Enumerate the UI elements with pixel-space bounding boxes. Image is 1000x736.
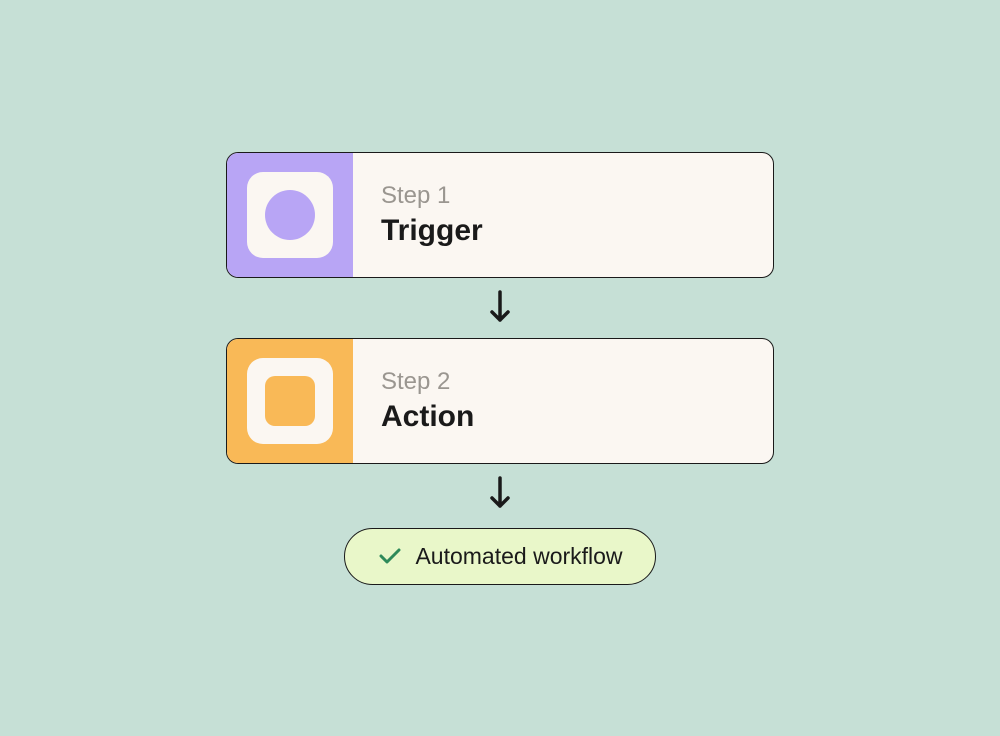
icon-container xyxy=(247,358,333,444)
square-icon xyxy=(265,376,315,426)
arrow-connector xyxy=(486,278,514,338)
arrow-down-icon xyxy=(486,474,514,514)
step-title: Trigger xyxy=(381,214,745,248)
step-label: Step 1 xyxy=(381,182,745,210)
step-title: Action xyxy=(381,400,745,434)
circle-icon xyxy=(265,190,315,240)
result-label: Automated workflow xyxy=(415,543,622,570)
check-icon xyxy=(377,543,403,569)
icon-container xyxy=(247,172,333,258)
step-icon-section xyxy=(227,153,353,277)
step-label: Step 2 xyxy=(381,368,745,396)
step-content: Step 2 Action xyxy=(353,339,773,463)
step-content: Step 1 Trigger xyxy=(353,153,773,277)
step-card-trigger: Step 1 Trigger xyxy=(226,152,774,278)
step-card-action: Step 2 Action xyxy=(226,338,774,464)
arrow-down-icon xyxy=(486,288,514,328)
arrow-connector xyxy=(486,464,514,524)
step-icon-section xyxy=(227,339,353,463)
result-pill: Automated workflow xyxy=(344,528,655,585)
